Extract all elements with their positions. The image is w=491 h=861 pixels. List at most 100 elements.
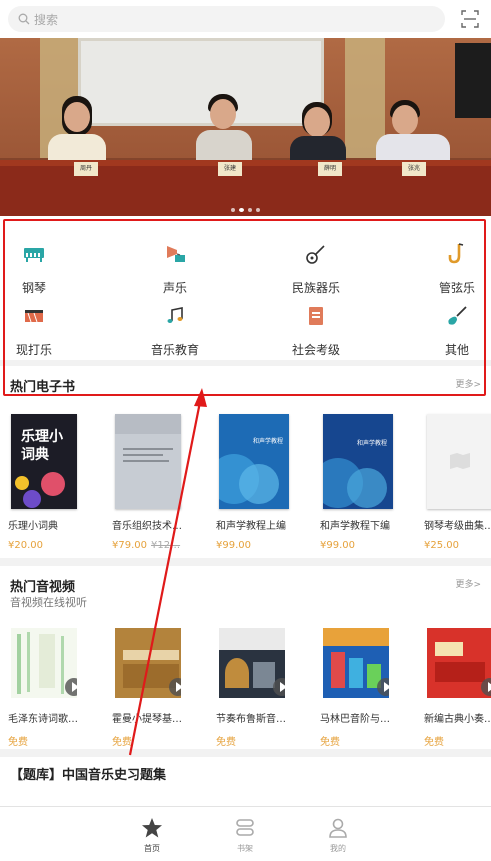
ebook-name: 和声学教程下编 [320, 521, 390, 532]
ebook-price-value: ¥99.00 [320, 540, 355, 551]
ebook-price: ¥79.00 ¥12… [112, 540, 204, 551]
category-folk-instrument[interactable]: 民族器乐 [271, 242, 361, 296]
videos-more-link[interactable]: 更多> [455, 577, 481, 590]
play-icon[interactable] [65, 678, 77, 696]
carousel-dot[interactable] [256, 208, 260, 212]
carousel-dot-active[interactable] [239, 208, 244, 212]
section-divider [0, 360, 491, 366]
tab-bookshelf[interactable]: 书架 [225, 817, 265, 854]
category-label: 其他 [444, 343, 469, 357]
drum-icon [25, 310, 43, 323]
ebook-name: 音乐组织技术… [112, 521, 182, 532]
category-piano[interactable]: 钢琴 [0, 242, 79, 296]
tab-home[interactable]: 首页 [132, 817, 172, 854]
video-cover [219, 628, 285, 698]
section-divider [0, 558, 491, 566]
nameplate: 张兆 [402, 162, 426, 176]
category-other[interactable]: 其他 [412, 304, 491, 358]
ebook-cover [427, 414, 491, 509]
ebook-price: ¥99.00 [320, 540, 412, 551]
category-percussion[interactable]: 现打乐 [0, 304, 79, 358]
nameplate: 张建 [218, 162, 242, 176]
image-placeholder-icon [450, 453, 470, 469]
category-label: 钢琴 [21, 281, 46, 295]
ebook-card[interactable]: 和声学教程 和声学教程下编 ¥99.00 [320, 414, 412, 551]
ebook-price: ¥20.00 [8, 540, 100, 551]
category-grid: 钢琴 声乐 民族器乐 管弦乐 现打乐 音乐教育 社会考级 其他 [0, 220, 491, 360]
ebook-card[interactable]: 音乐组织技术… ¥79.00 ¥12… [112, 414, 204, 551]
video-name: 毛泽东诗词歌… [8, 714, 78, 725]
videos-section-subtitle: 音视频在线视听 [10, 596, 87, 609]
video-free-badge: 免费 [320, 737, 340, 748]
category-social-exam[interactable]: 社会考级 [271, 304, 361, 358]
category-music-education[interactable]: 音乐教育 [130, 304, 220, 358]
ebook-cover: 和声学教程 [323, 414, 393, 509]
ebook-cover: 乐理小词典 [11, 414, 77, 509]
certificate-icon [309, 307, 323, 325]
ebook-card[interactable]: 和声学教程 和声学教程上编 ¥99.00 [216, 414, 308, 551]
category-vocal[interactable]: 声乐 [130, 242, 220, 296]
play-icon[interactable] [273, 678, 285, 696]
tab-label: 我的 [330, 844, 346, 853]
category-label: 社会考级 [291, 343, 340, 357]
quiz-title[interactable]: 【题库】中国音乐史习题集 [10, 764, 166, 783]
ebook-price-value: ¥25.00 [424, 540, 459, 551]
video-name: 霍曼小提琴基… [112, 714, 182, 725]
category-orchestral[interactable]: 管弦乐 [412, 242, 491, 296]
search-icon [18, 13, 30, 25]
ebooks-more-link[interactable]: 更多> [455, 377, 481, 390]
video-card[interactable]: 马林巴音阶与… 免费 [320, 628, 412, 748]
star-icon [142, 818, 162, 838]
carousel-indicator[interactable] [0, 208, 491, 212]
tab-profile[interactable]: 我的 [318, 817, 358, 854]
ebook-name: 和声学教程上编 [216, 521, 286, 532]
ebook-price-value: ¥79.00 [112, 540, 147, 551]
play-icon[interactable] [169, 678, 181, 696]
ebook-price: ¥99.00 [216, 540, 308, 551]
tab-label: 书架 [237, 844, 253, 853]
ebook-card[interactable]: 钢琴考级曲集… ¥25.00 [424, 414, 491, 551]
ebook-card[interactable]: 乐理小词典 乐理小词典 ¥20.00 [8, 414, 100, 551]
search-input[interactable]: 搜索 [8, 6, 445, 32]
search-bar: 搜索 [0, 0, 491, 38]
video-cover [11, 628, 77, 698]
video-free-badge: 免费 [112, 737, 132, 748]
video-cover [323, 628, 389, 698]
ebook-cover-title: 和声学教程 [253, 438, 284, 445]
gramophone-icon [167, 246, 185, 262]
search-placeholder: 搜索 [34, 12, 59, 27]
bottom-tab-bar: 首页 书架 我的 [0, 806, 491, 861]
category-label: 声乐 [162, 281, 187, 295]
ebook-cover-title: 和声学教程 [357, 440, 388, 447]
video-card[interactable]: 毛泽东诗词歌… 免费 [8, 628, 100, 748]
video-card[interactable]: 新编古典小奏… 免费 [424, 628, 491, 748]
category-label: 民族器乐 [291, 281, 340, 295]
video-card[interactable]: 节奏布鲁斯音… 免费 [216, 628, 308, 748]
ebook-price-value: ¥99.00 [216, 540, 251, 551]
carousel-dot[interactable] [231, 208, 235, 212]
category-label: 管弦乐 [438, 281, 475, 295]
banner-carousel[interactable]: 周丹 张建 薛明 张兆 [0, 38, 491, 216]
nameplate: 周丹 [74, 162, 98, 176]
scan-icon[interactable] [461, 10, 479, 28]
nameplate: 薛明 [318, 162, 342, 176]
ebook-name: 乐理小词典 [8, 521, 58, 532]
user-icon [329, 818, 347, 838]
video-card[interactable]: 霍曼小提琴基… 免费 [112, 628, 204, 748]
play-icon[interactable] [481, 678, 491, 696]
play-icon[interactable] [377, 678, 389, 696]
pipa-icon [306, 245, 325, 264]
section-divider [0, 749, 491, 757]
carousel-dot[interactable] [248, 208, 252, 212]
banner-projector-screen [78, 38, 324, 126]
videos-section-title: 热门音视频 [10, 580, 76, 595]
saxophone-icon [448, 243, 464, 264]
tab-label: 首页 [144, 844, 160, 853]
video-cover [115, 628, 181, 698]
ebook-cover-title: 乐理小词典 [21, 429, 63, 463]
ebook-cover: 和声学教程 [219, 414, 289, 509]
bookshelf-icon [236, 819, 254, 836]
video-name: 新编古典小奏… [424, 714, 491, 725]
ebook-cover [115, 414, 181, 509]
ebooks-section-title: 热门电子书 [10, 380, 76, 395]
